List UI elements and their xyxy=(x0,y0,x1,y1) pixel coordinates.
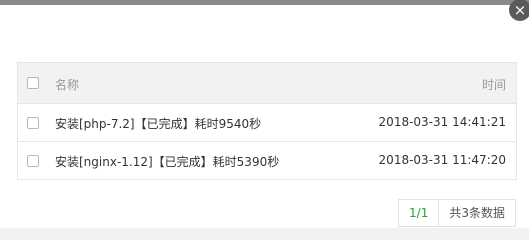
row-checkbox[interactable] xyxy=(27,155,39,167)
task-table: 名称 时间 安装[php-7.2]【已完成】耗时9540秒 2018-03-31… xyxy=(17,62,517,180)
task-name: 安装[nginx-1.12]【已完成】耗时5390秒 xyxy=(55,155,280,169)
select-all-checkbox[interactable] xyxy=(27,77,39,89)
pagination: 1/1 共3条数据 xyxy=(398,199,516,227)
table-header: 名称 时间 xyxy=(18,63,516,103)
table-row[interactable]: 安装[nginx-1.12]【已完成】耗时5390秒 2018-03-31 11… xyxy=(18,141,516,179)
task-time: 2018-03-31 14:41:21 xyxy=(378,115,506,129)
close-icon[interactable]: × xyxy=(509,0,529,21)
task-list-dialog: × 名称 时间 安装[php-7.2]【已完成】耗时9540秒 2018-03-… xyxy=(0,0,529,228)
column-header-name: 名称 xyxy=(55,78,80,92)
current-page[interactable]: 1/1 xyxy=(398,199,440,227)
task-name: 安装[php-7.2]【已完成】耗时9540秒 xyxy=(55,117,262,131)
total-count: 共3条数据 xyxy=(439,199,516,227)
task-time: 2018-03-31 11:47:20 xyxy=(378,153,506,167)
table-row[interactable]: 安装[php-7.2]【已完成】耗时9540秒 2018-03-31 14:41… xyxy=(18,103,516,141)
column-header-time: 时间 xyxy=(481,78,506,92)
row-checkbox[interactable] xyxy=(27,117,39,129)
